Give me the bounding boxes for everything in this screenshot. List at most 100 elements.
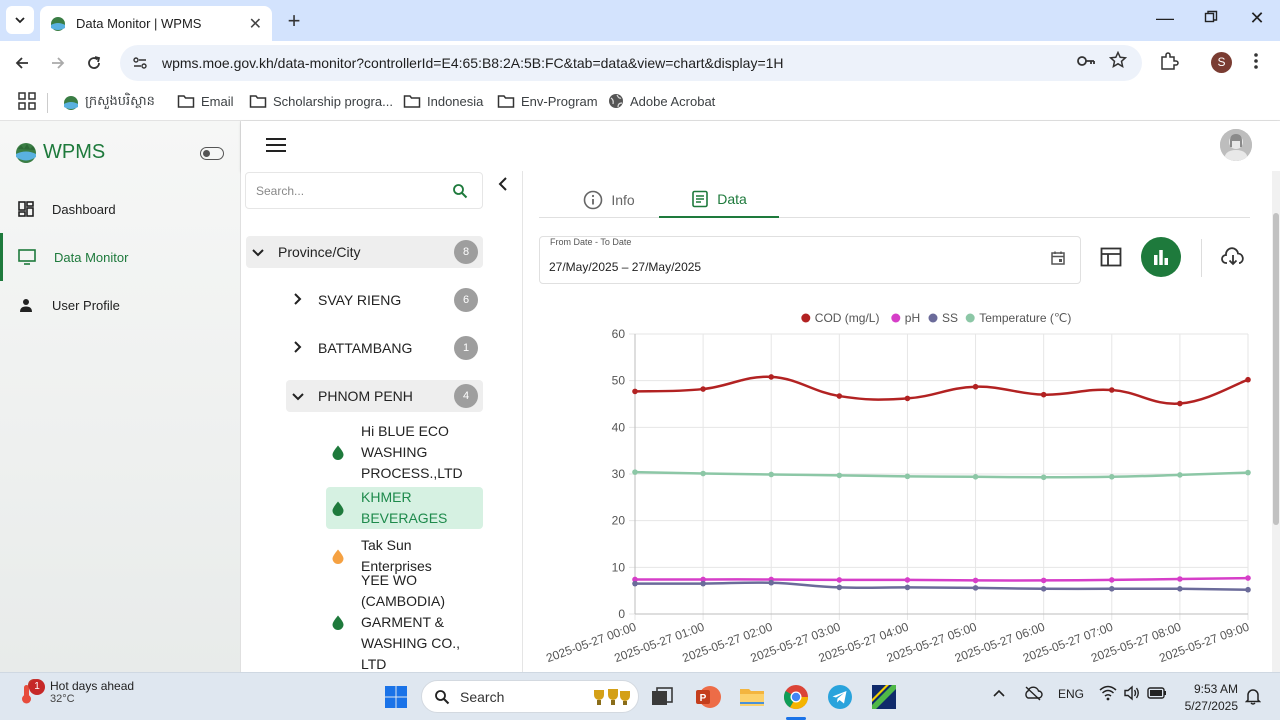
station-tree-panel: Province/City 8 SVAY RIENG 6 BATTAMBANG … <box>241 171 523 672</box>
tab-info[interactable]: Info <box>559 181 659 218</box>
bookmark-env-program[interactable]: Env-Program <box>497 93 598 109</box>
sidebar-item-dashboard[interactable]: Dashboard <box>0 185 240 233</box>
date-range-value[interactable]: 27/May/2025 – 27/May/2025 <box>549 260 701 274</box>
battery-icon[interactable] <box>1147 686 1167 703</box>
bookmark-scholarship[interactable]: Scholarship progra... <box>249 93 393 109</box>
task-view-icon[interactable] <box>648 683 676 711</box>
theme-toggle[interactable] <box>200 147 224 160</box>
collapse-panel-button[interactable] <box>497 177 509 196</box>
search-icon[interactable] <box>452 183 468 199</box>
sidebar-item-label: Dashboard <box>52 201 116 217</box>
language-indicator[interactable]: ENG <box>1058 687 1084 701</box>
file-explorer-icon[interactable] <box>738 683 766 711</box>
back-button[interactable] <box>10 51 34 75</box>
chevron-left-icon <box>498 177 507 191</box>
station-hi-blue-eco[interactable]: Hi BLUE ECO WASHING PROCESS.,LTD <box>326 421 483 484</box>
folder-icon <box>177 95 195 108</box>
data-point-3 <box>768 471 775 478</box>
url-text[interactable]: wpms.moe.gov.kh/data-monitor?controllerI… <box>162 55 784 71</box>
address-bar[interactable]: wpms.moe.gov.kh/data-monitor?controllerI… <box>120 45 1142 81</box>
legend-marker-0 <box>801 313 811 323</box>
tree-node-province-city[interactable]: Province/City 8 <box>246 236 483 268</box>
weather-widget[interactable]: 1 Hot days ahead 32°C <box>18 679 134 705</box>
station-khmer-beverages[interactable]: KHMER BEVERAGES <box>326 487 483 529</box>
restore-button[interactable] <box>1196 8 1226 29</box>
minimize-button[interactable]: — <box>1150 8 1180 29</box>
tree-node-phnom-penh[interactable]: PHNOM PENH 4 <box>286 380 483 412</box>
restore-icon <box>1204 10 1218 23</box>
apps-grid-icon[interactable] <box>18 92 36 110</box>
system-clock[interactable]: 9:53 AM 5/27/2025 <box>1180 681 1238 715</box>
browser-tab-active[interactable]: Data Monitor | WPMS ✕ <box>40 6 272 41</box>
sidebar-item-user-profile[interactable]: User Profile <box>0 281 240 329</box>
tab-data[interactable]: Data <box>659 181 779 218</box>
bookmark-ministry[interactable]: ក្រសួងបរិស្ថាន <box>63 93 155 112</box>
brand[interactable]: WPMS <box>15 141 105 164</box>
data-point-2 <box>1177 586 1183 592</box>
water-drop-icon <box>332 445 344 460</box>
station-yee-wo[interactable]: YEE WO (CAMBODIA) GARMENT & WASHING CO.,… <box>326 572 483 672</box>
calendar-icon[interactable] <box>1050 250 1066 266</box>
data-point-0 <box>972 383 979 390</box>
y-tick-label: 60 <box>612 327 626 341</box>
page-scrollbar[interactable] <box>1272 171 1280 672</box>
password-key-icon[interactable] <box>1076 51 1096 71</box>
globe-icon <box>609 94 623 108</box>
volume-icon[interactable] <box>1123 685 1141 704</box>
bookmark-star-icon[interactable] <box>1109 51 1127 69</box>
user-avatar[interactable] <box>1220 129 1252 161</box>
forward-button[interactable] <box>46 51 70 75</box>
extensions-puzzle-icon[interactable] <box>1159 51 1179 71</box>
app-header <box>241 121 1280 171</box>
data-point-1 <box>1177 576 1183 582</box>
y-tick-label: 40 <box>612 420 626 434</box>
station-name: YEE WO (CAMBODIA) GARMENT & WASHING CO.,… <box>361 571 461 672</box>
main-content: Info Data From Date - To Date 27/May/202… <box>523 171 1272 672</box>
data-point-3 <box>1245 469 1251 476</box>
date-range-field[interactable]: From Date - To Date 27/May/2025 – 27/May… <box>539 236 1081 284</box>
tab-close-icon[interactable]: ✕ <box>249 14 262 34</box>
show-hidden-icons[interactable] <box>992 687 1006 701</box>
telegram-icon[interactable] <box>826 683 854 711</box>
app-stripes-icon[interactable] <box>870 683 898 711</box>
legend-marker-2 <box>928 313 938 323</box>
legend-label-2: SS <box>942 311 958 325</box>
sidebar-item-data-monitor[interactable]: Data Monitor <box>0 233 240 281</box>
tree-search[interactable] <box>245 172 483 209</box>
tree-node-label: PHNOM PENH <box>318 388 413 404</box>
close-window-button[interactable]: ✕ <box>1242 8 1272 29</box>
reload-button[interactable] <box>82 51 106 75</box>
wifi-icon[interactable] <box>1099 685 1117 704</box>
bookmark-indonesia[interactable]: Indonesia <box>403 93 483 109</box>
notification-bell-icon[interactable] <box>1245 687 1261 705</box>
cloud-sync-status[interactable] <box>1023 685 1043 704</box>
search-input[interactable] <box>256 183 446 198</box>
table-view-button[interactable] <box>1091 237 1131 277</box>
tree-node-svay-rieng[interactable]: SVAY RIENG 6 <box>286 284 483 316</box>
menu-hamburger-icon[interactable] <box>266 138 286 154</box>
data-point-1 <box>836 577 843 583</box>
windows-start-icon[interactable] <box>384 685 408 709</box>
folder-icon <box>249 95 267 108</box>
data-point-0 <box>768 374 775 380</box>
tab-search-button[interactable] <box>6 6 34 34</box>
powerpoint-icon[interactable]: P <box>694 683 722 711</box>
taskbar-search[interactable]: Search <box>421 680 639 713</box>
chart-view-button[interactable] <box>1141 237 1181 277</box>
folder-icon <box>497 95 515 108</box>
legend-marker-3 <box>965 313 975 323</box>
sidebar-item-label: Data Monitor <box>54 249 129 265</box>
download-button[interactable] <box>1213 237 1253 277</box>
chrome-icon[interactable] <box>782 683 810 711</box>
scrollbar-thumb[interactable] <box>1273 213 1279 525</box>
data-point-0 <box>1040 391 1047 398</box>
data-point-0 <box>1108 387 1115 393</box>
tree-node-battambang[interactable]: BATTAMBANG 1 <box>286 332 483 364</box>
bookmark-adobe-acrobat[interactable]: Adobe Acrobat <box>608 93 715 109</box>
data-point-0 <box>904 395 911 402</box>
site-settings-icon[interactable] <box>132 55 148 71</box>
bookmark-email[interactable]: Email <box>177 93 234 109</box>
browser-profile-avatar[interactable]: S <box>1211 52 1232 73</box>
more-menu-icon[interactable] <box>1248 51 1264 71</box>
new-tab-button[interactable]: + <box>282 8 306 34</box>
